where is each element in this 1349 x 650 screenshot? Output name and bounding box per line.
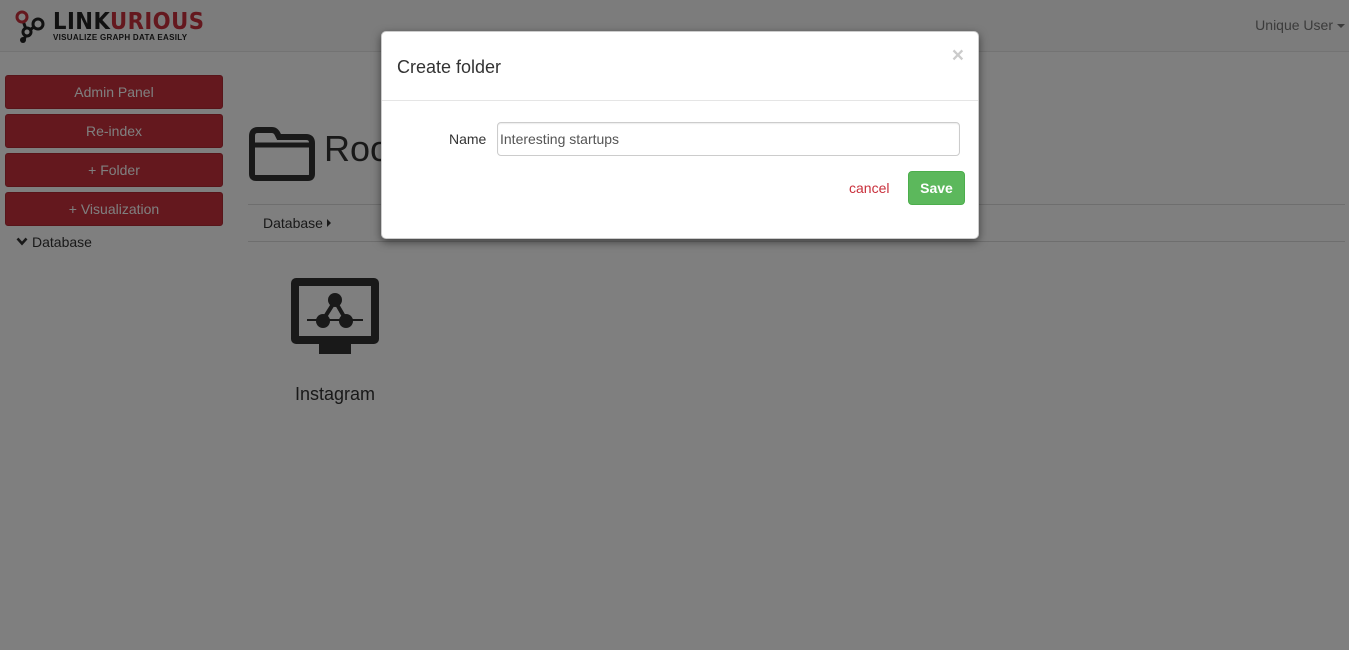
app-root: LINKURIOUS VISUALIZE GRAPH DATA EASILY U… [0,0,1349,650]
create-folder-modal: Create folder × Name cancel Save [381,31,979,239]
modal-header: Create folder × [382,32,978,101]
folder-name-input[interactable] [497,122,960,156]
save-button[interactable]: Save [908,171,965,205]
cancel-link[interactable]: cancel [849,180,889,196]
close-button[interactable]: × [952,45,964,66]
name-label: Name [449,131,487,147]
modal-title: Create folder [397,57,502,77]
